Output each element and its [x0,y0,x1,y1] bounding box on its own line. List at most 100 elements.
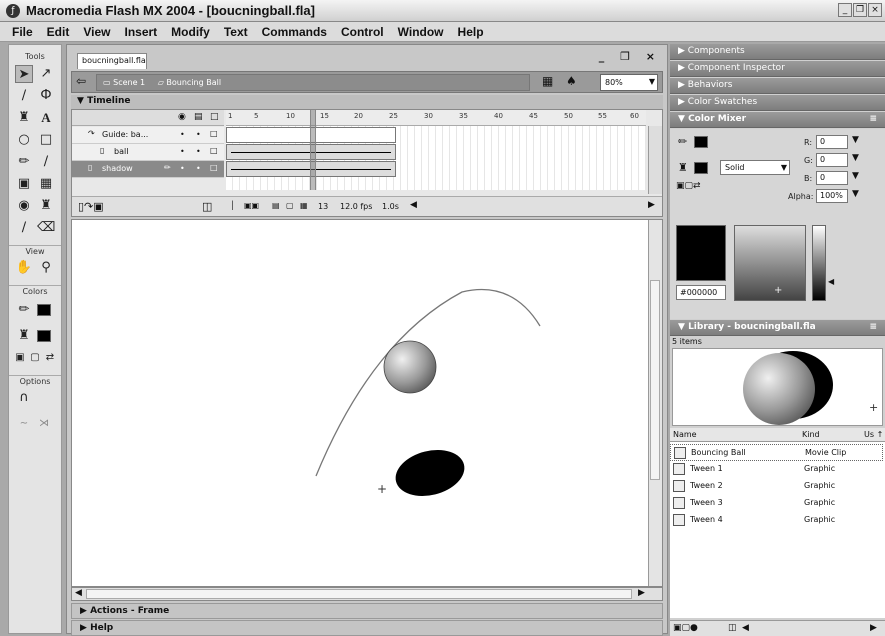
layer-lock-dot[interactable]: • [196,147,201,156]
stroke-color-swatch[interactable] [37,304,51,316]
eyedropper-tool-icon[interactable]: ∕ [15,219,33,237]
menu-modify[interactable]: Modify [171,25,210,39]
center-frame-icon[interactable]: │ [230,201,235,210]
library-item[interactable]: Bouncing Ball Movie Clip [670,444,883,461]
document-window-controls[interactable]: _ ❐ × [599,50,661,63]
color-mixer-header[interactable]: ▼ Color Mixer ≡ [670,112,885,128]
lasso-tool-icon[interactable]: Ф [37,87,55,105]
layer-outline-box[interactable]: □ [210,163,218,172]
menu-commands[interactable]: Commands [262,25,327,39]
layer-outline-box[interactable]: □ [210,129,218,138]
mixer-fill-swatch[interactable] [694,162,708,174]
subselect-tool-icon[interactable]: ↗ [37,65,55,83]
edit-multiple-icon[interactable]: ▢ [286,201,294,210]
free-transform-tool-icon[interactable]: ▣ [15,175,33,193]
layer-row-selected[interactable]: ▯ shadow ✏ • • □ [72,161,224,178]
hex-input[interactable]: #000000 [676,285,726,300]
onion-markers-icon[interactable]: ▦ [300,201,308,210]
snap-magnet-icon[interactable]: ∩ [15,389,33,407]
text-tool-icon[interactable]: A [37,109,55,127]
menu-window[interactable]: Window [398,25,444,39]
delete-symbol-icon[interactable]: ◫ [728,623,737,633]
slider-arrow-icon[interactable]: ◀ [828,277,834,286]
menu-help[interactable]: Help [458,25,484,39]
panel-menu-icon[interactable]: ≡ [869,322,877,332]
ink-bottle-tool-icon[interactable]: ◉ [15,197,33,215]
restore-button[interactable]: ❐ [853,3,867,17]
layer-visible-dot[interactable]: • [180,164,185,173]
layer-visible-dot[interactable]: • [180,147,185,156]
fill-color-swatch[interactable] [37,330,51,342]
smooth-icon[interactable]: ∼ [15,415,33,433]
layer-row[interactable]: ▯ ball • • □ [72,144,224,161]
document-tab[interactable]: boucningball.fla [77,53,147,69]
menu-file[interactable]: File [12,25,33,39]
stage[interactable]: + [71,219,663,587]
hand-tool-icon[interactable]: ✋ [15,259,33,277]
library-scroll-right[interactable]: ▶ [870,623,877,633]
alpha-input[interactable]: 100% [816,189,848,203]
library-item[interactable]: Tween 4 Graphic [670,512,883,529]
color-picker-field[interactable] [734,225,806,301]
col-name[interactable]: Name [673,430,697,439]
chevron-down-icon[interactable]: ▼ [852,153,859,163]
brush-tool-icon[interactable]: ∕ [37,153,55,171]
components-panel-header[interactable]: ▶ Components [670,44,885,60]
library-item[interactable]: Tween 1 Graphic [670,461,883,478]
g-input[interactable]: 0 [816,153,848,167]
eraser-tool-icon[interactable]: ⌫ [37,219,55,237]
stage-vscroll[interactable] [648,220,662,586]
chevron-down-icon[interactable]: ▼ [852,171,859,181]
brightness-slider[interactable] [812,225,826,301]
straighten-icon[interactable]: ⋊ [35,415,53,433]
chevron-down-icon[interactable]: ▼ [852,135,859,145]
pen-tool-icon[interactable]: ♜ [15,109,33,127]
chevron-down-icon[interactable]: ▼ [852,189,859,199]
paint-bucket-tool-icon[interactable]: ♜ [37,197,55,215]
layer-outline-box[interactable]: □ [210,146,218,155]
actions-panel-header[interactable]: ▶ Actions - Frame [71,603,663,619]
library-item[interactable]: Tween 3 Graphic [670,495,883,512]
menu-edit[interactable]: Edit [47,25,70,39]
component-inspector-header[interactable]: ▶ Component Inspector [670,61,885,77]
menu-control[interactable]: Control [341,25,384,39]
layer-lock-dot[interactable]: • [196,130,201,139]
behaviors-panel-header[interactable]: ▶ Behaviors [670,78,885,94]
timeline-scroll-left[interactable]: ◀ [410,200,417,210]
timeline-scroll-right[interactable]: ▶ [648,200,655,210]
color-swatches-header[interactable]: ▶ Color Swatches [670,95,885,111]
b-input[interactable]: 0 [816,171,848,185]
arrow-tool-icon[interactable]: ➤ [15,65,33,83]
hscroll-thumb[interactable] [86,589,632,599]
library-header[interactable]: ▼ Library - boucningball.fla ≡ [670,320,885,336]
lock-icon[interactable]: ▤ [194,112,203,122]
line-tool-icon[interactable]: ∕ [15,87,33,105]
frame-grid[interactable]: 1 5 10 15 20 25 30 35 40 45 50 55 60 [226,110,646,190]
menu-insert[interactable]: Insert [124,25,157,39]
scene-link[interactable]: Scene 1 [113,78,145,87]
fill-type-select[interactable]: Solid ▼ [720,160,790,175]
outline-icon[interactable]: □ [210,112,219,122]
library-item[interactable]: Tween 2 Graphic [670,478,883,495]
zoom-tool-icon[interactable]: ⚲ [37,259,55,277]
playhead[interactable] [310,110,316,190]
minimize-button[interactable]: _ [838,3,852,17]
new-symbol-icon[interactable]: ▣▢● [673,623,698,633]
stage-hscroll[interactable]: ◀ ▶ [71,587,663,601]
timeline-vscroll[interactable] [648,126,662,194]
r-input[interactable]: 0 [816,135,848,149]
eye-icon[interactable]: ◉ [178,112,186,122]
onion-outline-icon[interactable]: ▤ [272,201,280,210]
swap-colors-icon[interactable]: ⇄ [41,349,59,367]
layer-row[interactable]: ↷ Guide: ba... • • □ [72,127,224,144]
edit-scene-icon[interactable]: ▦ [542,74,553,88]
ball-shadow[interactable] [391,443,470,503]
onion-skin-icon[interactable]: ▣▣ [244,201,259,210]
menu-text[interactable]: Text [224,25,248,39]
mixer-default-colors-icon[interactable]: ▣▢⇄ [676,181,701,191]
edit-symbol-icon[interactable]: ♠ [566,74,577,88]
bouncing-ball[interactable] [383,340,437,394]
symbol-link[interactable]: Bouncing Ball [166,78,221,87]
help-panel-header[interactable]: ▶ Help [71,620,663,636]
panel-menu-icon[interactable]: ≡ [869,114,877,124]
